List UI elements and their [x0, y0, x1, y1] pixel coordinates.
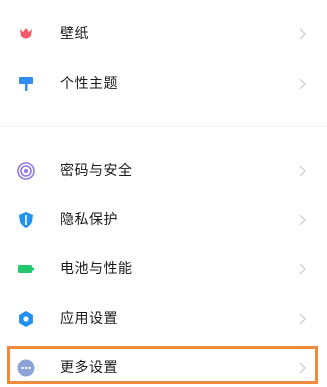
settings-item-label: 个性主题 — [60, 76, 118, 92]
chevron-right-icon — [299, 214, 306, 226]
settings-list: 壁纸 个性主题 密码与安全 隐私保护 电池与性能 应用设置 更多设置 — [0, 0, 327, 387]
settings-item-battery-performance[interactable]: 电池与性能 — [0, 249, 327, 289]
section-divider — [0, 126, 327, 127]
paint-roller-icon — [17, 75, 35, 93]
tulip-icon — [17, 25, 35, 43]
chevron-right-icon — [299, 165, 306, 177]
chevron-right-icon — [299, 313, 306, 325]
settings-item-themes[interactable]: 个性主题 — [0, 64, 327, 104]
settings-item-privacy[interactable]: 隐私保护 — [0, 200, 327, 240]
settings-item-label: 密码与安全 — [60, 163, 133, 179]
chevron-right-icon — [299, 78, 306, 90]
settings-item-more-settings[interactable]: 更多设置 — [0, 348, 327, 387]
settings-item-app-settings[interactable]: 应用设置 — [0, 299, 327, 339]
chevron-right-icon — [299, 362, 306, 374]
more-dots-icon — [17, 359, 35, 377]
settings-item-label: 隐私保护 — [60, 212, 118, 228]
shield-icon — [17, 211, 35, 229]
gear-icon — [17, 310, 35, 328]
chevron-right-icon — [299, 263, 306, 275]
settings-item-label: 壁纸 — [60, 26, 89, 42]
settings-item-label: 应用设置 — [60, 311, 118, 327]
battery-icon — [17, 260, 35, 278]
settings-item-password-security[interactable]: 密码与安全 — [0, 151, 327, 191]
settings-item-wallpaper[interactable]: 壁纸 — [0, 14, 327, 54]
settings-item-label: 更多设置 — [60, 360, 118, 376]
settings-item-label: 电池与性能 — [60, 261, 133, 277]
chevron-right-icon — [299, 28, 306, 40]
fingerprint-icon — [17, 162, 35, 180]
